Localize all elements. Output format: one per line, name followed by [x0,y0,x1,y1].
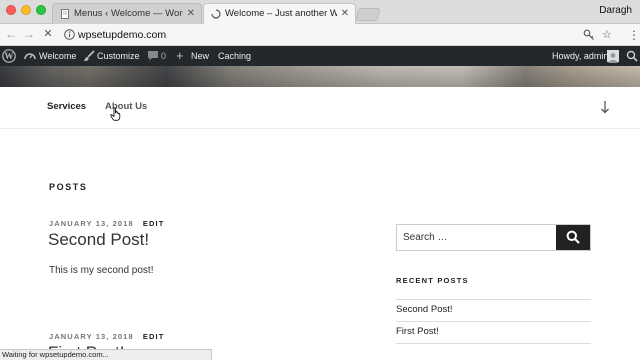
search-form [396,224,591,251]
status-bubble: Waiting for wpsetupdemo.com... [0,349,212,360]
post-edit-link[interactable]: EDIT [143,219,164,228]
header-image [0,66,640,87]
search-input[interactable] [403,225,553,250]
admin-bar-customize[interactable]: Customize [97,46,140,66]
menu-kebab-icon[interactable]: ⋮ [628,27,640,43]
bookmark-star-icon[interactable]: ☆ [602,27,612,43]
browser-tab-strip: Menus ‹ Welcome — WordPress ✕ Welcome – … [0,0,640,24]
svg-text:W: W [5,51,14,61]
post-edit-link[interactable]: EDIT [143,332,164,341]
tab-menus[interactable]: Menus ‹ Welcome — WordPress ✕ [52,3,202,24]
recent-post-item[interactable]: First Post! [396,321,591,343]
zoom-window-button[interactable] [36,5,46,15]
recent-post-link[interactable]: Second Post! [396,304,453,315]
recent-post-item[interactable]: Second Post! [396,299,591,321]
dashboard-gauge-icon [24,53,36,60]
profile-name[interactable]: Daragh [599,0,632,22]
post-meta: JANUARY 13, 2018 EDIT [49,219,164,228]
post-excerpt: This is my second post! [49,265,154,276]
site-navigation: Services About Us [0,87,640,129]
tab-title: Welcome – Just another WordPress site [225,8,337,19]
loading-spinner-icon [211,9,221,19]
close-window-button[interactable] [6,5,16,15]
plus-icon: + [176,48,184,63]
section-title: POSTS [49,182,88,192]
avatar[interactable] [607,50,619,63]
recent-posts-title: RECENT POSTS [396,276,469,285]
admin-bar-greeting[interactable]: Howdy, admin [552,46,608,66]
new-tab-button[interactable] [355,8,381,21]
forward-arrow-icon[interactable]: → [22,26,36,42]
close-tab-icon[interactable]: ✕ [187,4,195,24]
comment-bubble-icon [148,51,158,61]
paintbrush-icon [84,50,95,61]
url-text: wpsetupdemo.com [78,29,167,41]
document-icon [61,9,69,19]
admin-bar-new[interactable]: New [191,46,209,66]
back-arrow-icon[interactable]: ← [4,26,18,42]
scroll-down-arrow-icon[interactable] [600,100,610,114]
stop-loading-icon[interactable]: ✕ [41,26,55,42]
search-icon [566,230,580,244]
admin-bar-site-name[interactable]: Welcome [39,46,76,66]
user-silhouette-icon [608,53,618,63]
info-icon[interactable] [64,29,75,40]
hand-pointer-cursor-icon [110,107,121,121]
close-tab-icon[interactable]: ✕ [341,4,349,24]
key-icon[interactable] [583,29,595,41]
post-title[interactable]: Second Post! [48,230,149,250]
tab-title: Menus ‹ Welcome — WordPress [74,8,183,19]
browser-toolbar: ← → ✕ wpsetupdemo.com ☆ ⋮ [0,24,640,46]
recent-post-link[interactable]: First Post! [396,326,439,337]
search-icon[interactable] [626,50,638,62]
nav-item-services[interactable]: Services [47,101,86,112]
address-bar[interactable]: wpsetupdemo.com ☆ [62,26,622,44]
search-submit-button[interactable] [556,225,590,250]
wordpress-logo-icon[interactable]: W [2,49,16,63]
post-meta: JANUARY 13, 2018 EDIT [49,332,164,341]
recent-posts-divider [396,343,591,360]
tab-welcome[interactable]: Welcome – Just another WordPress site ✕ [203,3,356,24]
post-date[interactable]: JANUARY 13, 2018 [49,332,134,341]
admin-bar-caching[interactable]: Caching [218,46,251,66]
admin-bar-comments-count[interactable]: 0 [161,46,166,66]
minimize-window-button[interactable] [21,5,31,15]
wp-admin-bar: W Welcome Customize 0 + New Caching Howd… [0,46,640,66]
post-date[interactable]: JANUARY 13, 2018 [49,219,134,228]
